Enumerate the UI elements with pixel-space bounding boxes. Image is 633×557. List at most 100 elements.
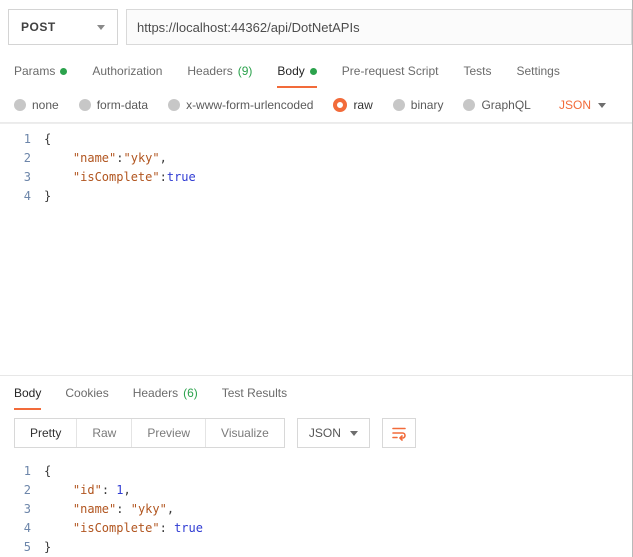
code-text: {	[44, 132, 52, 146]
body-type-raw[interactable]: raw	[333, 98, 373, 112]
response-toolbar: Pretty Raw Preview Visualize JSON	[0, 410, 632, 456]
tab-label: Cookies	[65, 386, 109, 400]
tab-label: Headers	[132, 386, 179, 400]
tab-label: Headers	[187, 64, 233, 78]
code-line: 4 "isComplete": true	[0, 519, 632, 538]
postman-request-window: POST Params Authorization Headers (9) Bo…	[0, 0, 633, 557]
language-label: JSON	[558, 98, 591, 112]
response-body-editor[interactable]: 1{2 "id": 1, 3 "name": "yky", 4 "isComplet…	[0, 456, 632, 557]
chevron-down-icon	[598, 102, 606, 108]
tab-label: Authorization	[92, 64, 163, 78]
radio-icon	[14, 99, 26, 111]
request-body-editor[interactable]: 1{2 "name":"yky", 3 "isComplete":true 4}	[0, 123, 632, 375]
tab-label: Pre-request Script	[341, 64, 439, 78]
body-type-label: GraphQL	[481, 98, 531, 112]
view-label: Visualize	[221, 426, 269, 440]
tab-label: Body	[277, 64, 305, 78]
request-tabs: Params Authorization Headers (9) Body Pr…	[0, 54, 632, 88]
tab-params[interactable]: Params	[14, 54, 68, 88]
radio-icon	[78, 99, 91, 111]
view-label: Pretty	[30, 426, 62, 440]
body-type-label: none	[32, 98, 59, 112]
body-type-x-www-form-urlencoded[interactable]: x-www-form-urlencoded	[168, 98, 313, 112]
tab-settings[interactable]: Settings	[517, 54, 560, 88]
tab-headers[interactable]: Headers (9)	[187, 54, 252, 88]
code-line: 3 "isComplete":true	[0, 168, 632, 187]
code-text: "isComplete": true	[72, 521, 203, 535]
radio-icon	[392, 99, 405, 111]
response-tab-body[interactable]: Body	[14, 376, 42, 410]
tab-label: Body	[14, 386, 42, 400]
body-type-graphql[interactable]: GraphQL	[463, 98, 531, 112]
green-dot-icon	[60, 67, 68, 75]
response-tab-headers[interactable]: Headers (6)	[133, 376, 198, 410]
response-tab-cookies[interactable]: Cookies	[65, 376, 108, 410]
body-type-label: form-data	[96, 98, 149, 112]
line-number: 5	[23, 540, 31, 554]
tab-authorization[interactable]: Authorization	[92, 54, 162, 88]
tab-tests[interactable]: Tests	[463, 54, 491, 88]
tab-label: Settings	[516, 64, 560, 78]
tab-label: Params	[14, 64, 56, 78]
view-visualize[interactable]: Visualize	[206, 419, 284, 447]
code-text: "isComplete":true	[72, 170, 196, 184]
code-line: 2 "name":"yky",	[0, 149, 632, 168]
response-view-switcher: Pretty Raw Preview Visualize	[14, 418, 285, 448]
line-number: 1	[23, 464, 31, 478]
line-number: 4	[23, 189, 31, 203]
tab-body[interactable]: Body	[277, 54, 318, 88]
tab-label: Test Results	[221, 386, 288, 400]
headers-count: (9)	[237, 64, 253, 78]
code-text: "name":"yky",	[72, 151, 167, 165]
body-type-row: none form-data x-www-form-urlencoded raw…	[0, 88, 632, 123]
body-type-label: x-www-form-urlencoded	[186, 98, 314, 112]
response-section: Body Cookies Headers (6) Test Results Pr…	[0, 375, 632, 557]
method-select[interactable]: POST	[8, 9, 118, 45]
line-number: 2	[23, 151, 31, 165]
response-tab-test-results[interactable]: Test Results	[222, 376, 287, 410]
line-number: 3	[23, 170, 31, 184]
line-number: 2	[23, 483, 31, 497]
code-line: 2 "id": 1,	[0, 481, 632, 500]
tab-label: Tests	[463, 64, 492, 78]
headers-count: (6)	[183, 386, 198, 400]
body-type-none[interactable]: none	[14, 98, 59, 112]
view-pretty[interactable]: Pretty	[15, 419, 78, 447]
chevron-down-icon	[97, 24, 105, 30]
code-line: 1{	[0, 130, 632, 149]
body-type-form-data[interactable]: form-data	[78, 98, 149, 112]
view-raw[interactable]: Raw	[77, 419, 133, 447]
green-dot-icon	[309, 67, 317, 75]
url-input[interactable]	[126, 9, 632, 45]
url-bar: POST	[0, 0, 632, 54]
radio-icon	[463, 99, 476, 111]
radio-icon	[168, 99, 181, 111]
language-label: JSON	[308, 426, 341, 440]
response-language-select[interactable]: JSON	[296, 418, 370, 448]
code-line: 4}	[0, 187, 632, 206]
wrap-lines-icon	[392, 427, 406, 441]
code-line: 5}	[0, 538, 632, 557]
language-select[interactable]: JSON	[559, 98, 606, 112]
body-type-label: raw	[353, 98, 373, 112]
code-text: "name": "yky",	[72, 502, 175, 516]
body-type-label: binary	[410, 98, 444, 112]
wrap-lines-button[interactable]	[381, 418, 416, 448]
code-line: 3 "name": "yky",	[0, 500, 632, 519]
view-preview[interactable]: Preview	[132, 419, 207, 447]
code-text: {	[44, 464, 52, 478]
code-text: "id": 1,	[72, 483, 131, 497]
line-number: 1	[23, 132, 31, 146]
radio-selected-icon	[333, 98, 348, 112]
line-number: 4	[23, 521, 31, 535]
code-text: }	[44, 189, 52, 203]
view-label: Preview	[147, 426, 191, 440]
chevron-down-icon	[349, 430, 358, 436]
code-line: 1{	[0, 462, 632, 481]
tab-pre-request-script[interactable]: Pre-request Script	[342, 54, 439, 88]
line-number: 3	[23, 502, 31, 516]
method-label: POST	[21, 20, 56, 34]
response-tabs: Body Cookies Headers (6) Test Results	[0, 376, 632, 410]
view-label: Raw	[92, 426, 117, 440]
body-type-binary[interactable]: binary	[392, 98, 444, 112]
